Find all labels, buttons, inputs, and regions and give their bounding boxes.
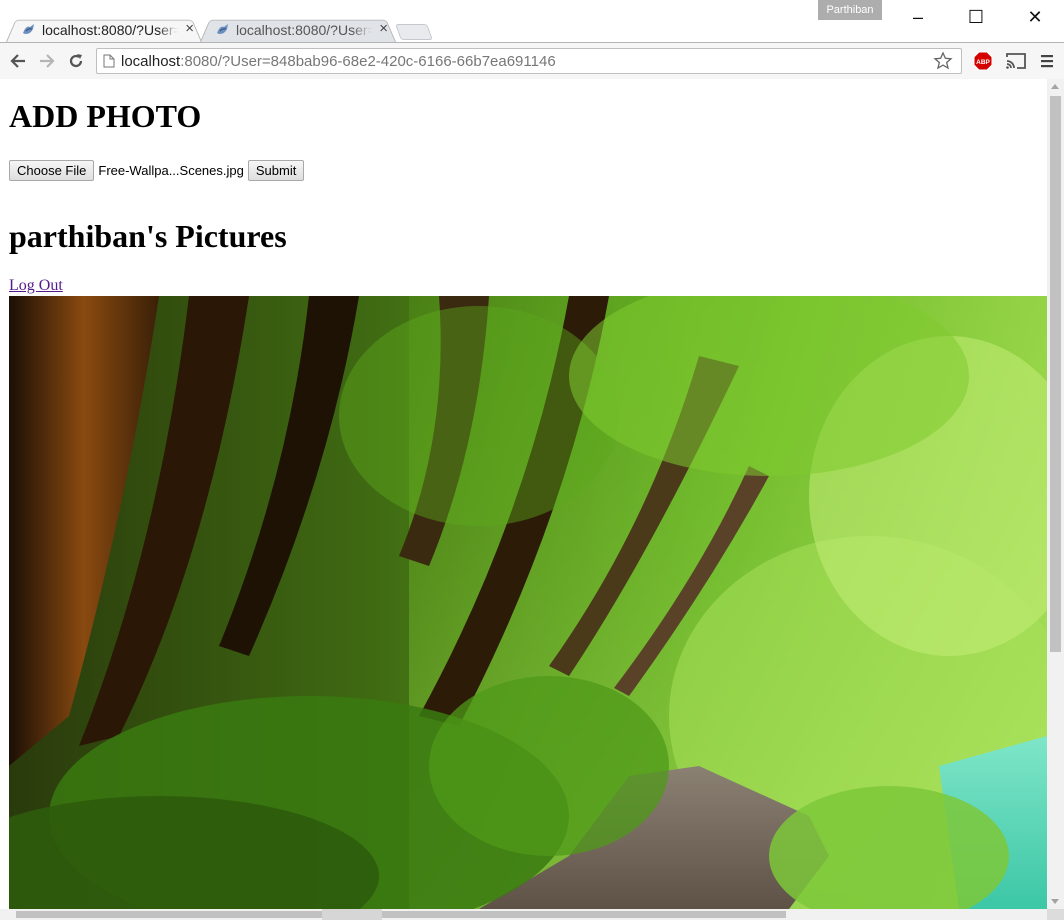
tab-close-icon[interactable]: × — [185, 20, 194, 38]
page-icon — [103, 54, 115, 68]
cast-icon[interactable] — [1005, 52, 1027, 70]
close-window-button[interactable]: ✕ — [1021, 4, 1049, 30]
url-host: localhost — [121, 53, 181, 70]
menu-icon[interactable] — [1040, 52, 1054, 70]
add-photo-heading: ADD PHOTO — [9, 98, 202, 134]
selected-file-name: Free-Wallpa...Scenes.jpg — [98, 162, 244, 178]
horizontal-scroll-highlight — [322, 909, 382, 920]
forest-path-photo — [9, 296, 1047, 909]
logout-link[interactable]: Log Out — [9, 277, 63, 295]
vertical-scrollbar[interactable] — [1047, 79, 1064, 909]
bookmark-star-icon[interactable] — [933, 51, 953, 71]
horizontal-scroll-thumb[interactable] — [16, 911, 786, 918]
forward-arrow-icon — [40, 54, 55, 68]
back-button[interactable] — [6, 49, 30, 73]
profile-badge[interactable]: Parthiban — [818, 0, 882, 20]
tab-title: localhost:8080/?User=848bab96-68e2-420c-… — [42, 22, 178, 38]
reload-icon — [69, 54, 83, 68]
tab-close-icon[interactable]: × — [379, 20, 388, 38]
tab-title: localhost:8080/?User=848bab96-68e2-420c-… — [236, 22, 372, 38]
address-bar[interactable]: localhost:8080/?User=848bab96-68e2-420c-… — [96, 48, 962, 74]
submit-button[interactable]: Submit — [247, 159, 305, 181]
tab-active[interactable]: localhost:8080/?User=848bab96-68e2-420c-… — [6, 17, 202, 42]
browser-title-bar: localhost:8080/?User=848bab96-68e2-420c-… — [0, 0, 1064, 42]
url-path: :8080/?User=848bab96-68e2-420c-6166-66b7… — [180, 53, 556, 70]
page-viewport: ADD PHOTO Choose File Free-Wallpa...Scen… — [0, 79, 1047, 909]
reload-button[interactable] — [64, 49, 88, 73]
browser-toolbar: localhost:8080/?User=848bab96-68e2-420c-… — [0, 42, 1064, 80]
minimize-button[interactable]: – — [904, 4, 932, 30]
abp-label: ABP — [976, 59, 990, 66]
scroll-down-arrow-icon[interactable] — [1051, 899, 1059, 904]
adblock-plus-icon[interactable]: ABP — [973, 51, 993, 71]
scroll-up-arrow-icon[interactable] — [1051, 84, 1059, 89]
scrollbar-corner — [1047, 909, 1064, 920]
new-tab-button[interactable] — [395, 24, 433, 40]
vertical-scroll-thumb[interactable] — [1050, 96, 1061, 652]
pictures-heading: parthiban's Pictures — [9, 218, 287, 254]
url-text: localhost:8080/?User=848bab96-68e2-420c-… — [121, 53, 556, 70]
maximize-button[interactable]: ☐ — [962, 4, 990, 30]
forward-button[interactable] — [35, 49, 59, 73]
back-arrow-icon — [10, 54, 25, 68]
tomcat-favicon-icon — [217, 24, 228, 34]
choose-file-button[interactable]: Choose File — [9, 159, 95, 181]
tab-inactive[interactable]: localhost:8080/?User=848bab96-68e2-420c-… — [200, 17, 396, 42]
upload-form: Choose File Free-Wallpa...Scenes.jpg Sub… — [9, 159, 305, 181]
tomcat-favicon-icon — [23, 24, 34, 34]
horizontal-scrollbar[interactable] — [0, 909, 1047, 920]
